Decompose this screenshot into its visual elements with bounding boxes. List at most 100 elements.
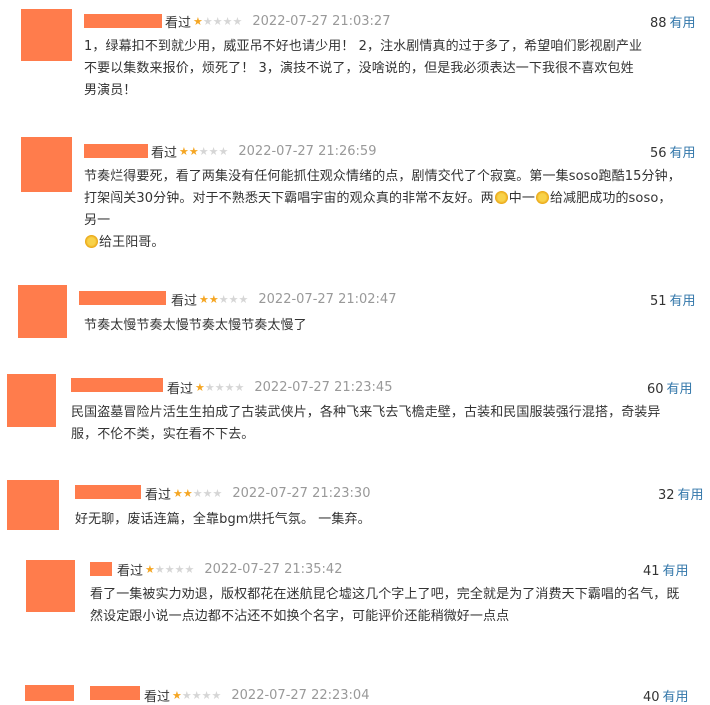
useful-button[interactable]: 有用 bbox=[663, 564, 689, 579]
watched-label: 看过 bbox=[165, 16, 192, 31]
vote-area: 51 有用 bbox=[650, 290, 696, 309]
useful-button[interactable]: 有用 bbox=[670, 294, 696, 309]
review-date: 2022-07-27 21:35:42 bbox=[204, 562, 343, 577]
avatar[interactable] bbox=[21, 137, 72, 192]
star-empty-icon: ★ bbox=[211, 689, 222, 702]
vote-count: 56 bbox=[650, 146, 667, 161]
vote-count: 41 bbox=[643, 564, 660, 579]
review-date: 2022-07-27 21:26:59 bbox=[238, 144, 377, 159]
username-redacted[interactable] bbox=[84, 144, 148, 158]
vote-count: 32 bbox=[658, 488, 675, 503]
star-empty-icon: ★ bbox=[192, 487, 203, 500]
star-filled-icon: ★ bbox=[208, 293, 219, 306]
star-empty-icon: ★ bbox=[202, 487, 213, 500]
rating-stars: ★ ★ ★ ★ ★ bbox=[193, 16, 242, 27]
star-empty-icon: ★ bbox=[204, 381, 215, 394]
star-empty-icon: ★ bbox=[212, 487, 223, 500]
review-meta: 看过 ★ ★ ★ ★ ★ 2022-07-27 21:23:45 bbox=[167, 378, 392, 397]
review-date: 2022-07-27 21:03:27 bbox=[252, 14, 391, 29]
star-empty-icon: ★ bbox=[212, 15, 223, 28]
useful-button[interactable]: 有用 bbox=[663, 690, 689, 705]
review-date: 2022-07-27 21:23:45 bbox=[254, 380, 393, 395]
vote-area: 41 有用 bbox=[643, 560, 689, 579]
review-meta: 看过 ★ ★ ★ ★ ★ 2022-07-27 21:03:27 bbox=[165, 12, 390, 31]
explosion-emoji-icon bbox=[535, 191, 549, 204]
avatar[interactable] bbox=[7, 480, 59, 530]
username-redacted[interactable] bbox=[79, 291, 166, 305]
star-empty-icon: ★ bbox=[224, 381, 235, 394]
star-empty-icon: ★ bbox=[208, 145, 219, 158]
star-filled-icon: ★ bbox=[193, 15, 203, 28]
star-empty-icon: ★ bbox=[222, 15, 233, 28]
watched-label: 看过 bbox=[171, 294, 198, 309]
star-filled-icon: ★ bbox=[195, 381, 205, 394]
star-empty-icon: ★ bbox=[202, 15, 213, 28]
star-empty-icon: ★ bbox=[174, 563, 185, 576]
watched-label: 看过 bbox=[151, 146, 178, 161]
star-empty-icon: ★ bbox=[181, 689, 192, 702]
avatar[interactable] bbox=[25, 685, 74, 701]
star-empty-icon: ★ bbox=[198, 145, 209, 158]
rating-stars: ★ ★ ★ ★ ★ bbox=[179, 146, 228, 157]
username-redacted[interactable] bbox=[90, 686, 140, 700]
review-content: 好无聊，废话连篇，全靠bgm烘托气氛。 一集弃。 bbox=[75, 512, 371, 527]
star-empty-icon: ★ bbox=[218, 145, 229, 158]
star-empty-icon: ★ bbox=[154, 563, 165, 576]
review-content: 看了一集被实力劝退，版权都花在迷航昆仑墟这几个字上了吧，完全就是为了消费天下霸唱… bbox=[90, 587, 680, 624]
star-empty-icon: ★ bbox=[214, 381, 225, 394]
rating-stars: ★ ★ ★ ★ ★ bbox=[145, 564, 194, 575]
avatar[interactable] bbox=[21, 9, 72, 61]
vote-count: 51 bbox=[650, 294, 667, 309]
vote-area: 60 有用 bbox=[647, 378, 693, 397]
watched-label: 看过 bbox=[117, 564, 144, 579]
review-date: 2022-07-27 21:02:47 bbox=[258, 292, 397, 307]
star-empty-icon: ★ bbox=[218, 293, 229, 306]
vote-area: 88 有用 bbox=[650, 12, 696, 31]
review-content: 民国盗墓冒险片活生生拍成了古装武侠片，各种飞来飞去飞檐走壁，古装和民国服装强行混… bbox=[71, 405, 661, 442]
vote-area: 32 有用 bbox=[658, 484, 704, 503]
star-empty-icon: ★ bbox=[201, 689, 212, 702]
star-empty-icon: ★ bbox=[234, 381, 245, 394]
review-content-text: 给王阳哥。 bbox=[99, 235, 165, 250]
vote-area: 40 有用 bbox=[643, 686, 689, 705]
vote-count: 88 bbox=[650, 16, 667, 31]
watched-label: 看过 bbox=[145, 488, 172, 503]
star-filled-icon: ★ bbox=[199, 293, 209, 306]
avatar[interactable] bbox=[7, 374, 56, 427]
star-empty-icon: ★ bbox=[184, 563, 195, 576]
star-filled-icon: ★ bbox=[173, 487, 183, 500]
username-redacted[interactable] bbox=[84, 14, 162, 28]
star-filled-icon: ★ bbox=[188, 145, 199, 158]
explosion-emoji-icon bbox=[494, 191, 508, 204]
useful-button[interactable]: 有用 bbox=[670, 16, 696, 31]
rating-stars: ★ ★ ★ ★ ★ bbox=[195, 382, 244, 393]
star-filled-icon: ★ bbox=[172, 689, 182, 702]
username-redacted[interactable] bbox=[75, 485, 141, 499]
rating-stars: ★ ★ ★ ★ ★ bbox=[173, 488, 222, 499]
review-meta: 看过 ★ ★ ★ ★ ★ 2022-07-27 22:23:04 bbox=[144, 686, 369, 705]
star-filled-icon: ★ bbox=[145, 563, 155, 576]
username-redacted[interactable] bbox=[71, 378, 163, 392]
review-meta: 看过 ★ ★ ★ ★ ★ 2022-07-27 21:35:42 bbox=[117, 560, 342, 579]
useful-button[interactable]: 有用 bbox=[678, 488, 704, 503]
review-content: 节奏烂得要死，看了两集没有任何能抓住观众情绪的点，剧情交代了个寂寞。第一集sos… bbox=[84, 166, 684, 254]
useful-button[interactable]: 有用 bbox=[670, 146, 696, 161]
review-content-text: 中一 bbox=[508, 191, 535, 206]
avatar[interactable] bbox=[18, 285, 67, 338]
star-empty-icon: ★ bbox=[238, 293, 249, 306]
review-meta: 看过 ★ ★ ★ ★ ★ 2022-07-27 21:26:59 bbox=[151, 142, 376, 161]
explosion-emoji-icon bbox=[85, 235, 98, 248]
star-empty-icon: ★ bbox=[232, 15, 243, 28]
username-redacted[interactable] bbox=[90, 562, 112, 576]
star-empty-icon: ★ bbox=[228, 293, 239, 306]
vote-area: 56 有用 bbox=[650, 142, 696, 161]
vote-count: 60 bbox=[647, 382, 664, 397]
review-date: 2022-07-27 21:23:30 bbox=[232, 486, 371, 501]
vote-count: 40 bbox=[643, 690, 660, 705]
rating-stars: ★ ★ ★ ★ ★ bbox=[172, 690, 221, 701]
star-filled-icon: ★ bbox=[179, 145, 189, 158]
star-filled-icon: ★ bbox=[182, 487, 193, 500]
review-meta: 看过 ★ ★ ★ ★ ★ 2022-07-27 21:23:30 bbox=[145, 484, 370, 503]
useful-button[interactable]: 有用 bbox=[667, 382, 693, 397]
avatar[interactable] bbox=[26, 560, 75, 612]
